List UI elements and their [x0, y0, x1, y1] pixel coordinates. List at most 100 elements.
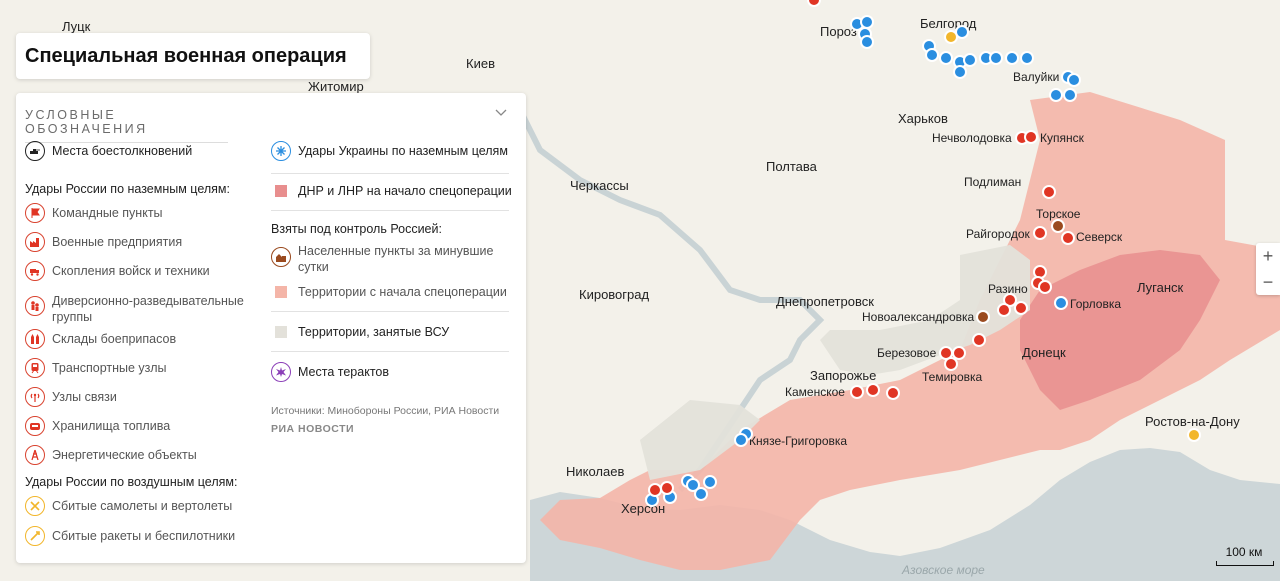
legend-item-taken-since: Территории с начала спецоперации	[271, 280, 507, 304]
legend-item-ua-strikes: Удары Украины по наземным целям	[271, 139, 508, 163]
ua-strike-marker	[1067, 73, 1081, 87]
city-gorlovka: Горловка	[1070, 297, 1121, 311]
scale-label: 100 км	[1225, 545, 1263, 559]
ua-strike-marker	[860, 15, 874, 29]
legend-item-taken-day: Населенные пункты за минувшие сутки	[271, 243, 498, 275]
ru-strike-marker	[997, 303, 1011, 317]
city-kirovograd: Кировоград	[579, 287, 649, 302]
ammo-icon	[25, 329, 45, 349]
sea-label: Азовское море	[901, 563, 985, 577]
legend-item-troops: Скопления войск и техники	[25, 259, 210, 283]
zoom-out-button[interactable]: −	[1256, 269, 1280, 295]
ua-strike-marker	[1049, 88, 1063, 102]
taken-day-marker	[976, 310, 990, 324]
city-novoaleksandrovka: Новоалександровка	[862, 310, 975, 324]
air-target-marker	[1187, 428, 1201, 442]
city-valuyki: Валуйки	[1013, 70, 1059, 84]
ua-strike-marker	[939, 51, 953, 65]
legend-item-fuel: Хранилища топлива	[25, 414, 170, 438]
scale-bar	[1216, 561, 1274, 566]
legend-item-dr-groups: Диверсионно-разведывательные группы	[25, 293, 252, 324]
ru-strike-marker	[660, 481, 674, 495]
ru-strike-marker	[1042, 185, 1056, 199]
legend-item-energy: Энергетические объекты	[25, 443, 197, 467]
sources-note: Источники: Минобороны России, РИА Новост…	[271, 405, 500, 417]
city-nechvolodovka: Нечволодовка	[932, 131, 1012, 145]
explosion-icon	[271, 362, 291, 382]
air-target-marker	[944, 30, 958, 44]
city-lutsk: Луцк	[62, 19, 91, 34]
city-cherkassy: Черкассы	[570, 178, 629, 193]
legend-divider	[271, 351, 509, 352]
legend-item-dnr-lnr: ДНР и ЛНР на начало спецоперации	[271, 179, 512, 203]
city-kupyansk: Купянск	[1040, 131, 1085, 145]
city-zhytomyr: Житомир	[308, 79, 364, 94]
city-dnepropetrovsk: Днепропетровск	[776, 294, 874, 309]
burst-icon	[271, 141, 291, 161]
city-kharkov: Харьков	[898, 111, 948, 126]
city-poltava: Полтава	[766, 159, 818, 174]
city-seversk: Северск	[1076, 230, 1123, 244]
settlement-icon	[271, 247, 291, 267]
ua-strike-marker	[1005, 51, 1019, 65]
taken-day-marker	[1051, 219, 1065, 233]
ru-strike-marker	[866, 383, 880, 397]
ua-strike-marker	[1020, 51, 1034, 65]
city-donetsk: Донецк	[1022, 345, 1066, 360]
ua-strike-marker	[703, 475, 717, 489]
ru-strike-marker	[1033, 226, 1047, 240]
ru-strike-marker	[1038, 280, 1052, 294]
zoom-control: + −	[1256, 243, 1280, 295]
city-zaporozhye: Запорожье	[810, 368, 876, 383]
legend-group-ru-air: Удары России по воздушным целям:	[25, 475, 238, 489]
ru-strike-marker	[850, 385, 864, 399]
ua-strike-marker	[1054, 296, 1068, 310]
city-rostov: Ростов-на-Дону	[1145, 414, 1240, 429]
page-title-box: Специальная военная операция	[16, 33, 370, 79]
city-lugansk: Луганск	[1137, 280, 1184, 295]
legend-item-afu: Территории, занятые ВСУ	[271, 320, 449, 344]
ua-strike-marker	[694, 487, 708, 501]
legend-group-ru-ground: Удары России по наземным целям:	[25, 182, 230, 196]
legend-divider	[271, 311, 509, 312]
legend-item-aircraft: Сбитые самолеты и вертолеты	[25, 494, 232, 518]
city-kiev: Киев	[466, 56, 495, 71]
city-nikolaev: Николаев	[566, 464, 624, 479]
city-temirovka: Темировка	[922, 370, 983, 384]
train-icon	[25, 358, 45, 378]
tank-icon	[25, 141, 45, 161]
ua-strike-marker	[1063, 88, 1077, 102]
legend-item-ammo-depots: Склады боеприпасов	[25, 327, 176, 351]
ru-strike-marker	[1061, 231, 1075, 245]
missile-icon	[25, 526, 45, 546]
chevron-up-icon[interactable]	[494, 105, 508, 119]
flag-icon	[25, 203, 45, 223]
legend-divider	[271, 173, 509, 174]
truck-icon	[25, 261, 45, 281]
ru-strike-marker	[944, 357, 958, 371]
ua-strike-marker	[925, 48, 939, 62]
city-podliman: Подлиман	[964, 175, 1021, 189]
ru-strike-marker	[1014, 301, 1028, 315]
ru-strike-marker	[807, 0, 821, 7]
antenna-icon	[25, 387, 45, 407]
ru-strike-marker	[886, 386, 900, 400]
legend-item-military-enterprises: Военные предприятия	[25, 230, 182, 254]
fuel-tank-icon	[25, 416, 45, 436]
city-knyaze-grigorovka: Князе-Григоровка	[749, 434, 847, 448]
legend-item-missiles: Сбитые ракеты и беспилотники	[25, 524, 235, 548]
legend-item-command-posts: Командные пункты	[25, 201, 163, 225]
ua-strike-marker	[963, 53, 977, 67]
legend-heading: УСЛОВНЫЕ ОБОЗНАЧЕНИЯ	[25, 108, 228, 143]
ru-strike-marker	[972, 333, 986, 347]
city-belgorod: Белгород	[920, 16, 977, 31]
ru-strike-marker	[1024, 130, 1038, 144]
crossed-aircraft-icon	[25, 496, 45, 516]
ua-strike-marker	[953, 65, 967, 79]
ua-strike-marker	[860, 35, 874, 49]
zoom-in-button[interactable]: +	[1256, 243, 1280, 269]
legend-divider	[271, 210, 509, 211]
ru-strike-marker	[952, 346, 966, 360]
city-kamenskoe: Каменское	[785, 385, 845, 399]
power-tower-icon	[25, 445, 45, 465]
